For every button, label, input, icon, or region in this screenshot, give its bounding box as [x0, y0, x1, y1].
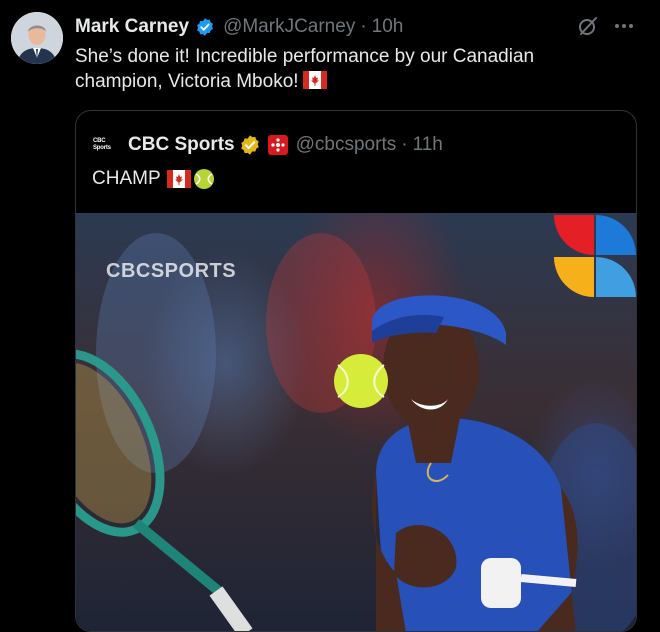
- grok-icon[interactable]: [576, 14, 600, 38]
- quoted-author-handle[interactable]: @cbcsports: [296, 134, 397, 156]
- tweet-text: She’s done it! Incredible performance by…: [75, 44, 615, 94]
- verified-badge-icon: [197, 18, 213, 36]
- quoted-post-time[interactable]: 11h: [413, 134, 443, 156]
- cbc-avatar-text: CBC: [93, 138, 106, 144]
- more-options-icon[interactable]: [612, 14, 636, 38]
- quoted-tweet-text: CHAMP: [92, 168, 215, 190]
- avatar-portrait: [11, 12, 63, 64]
- player-figure: [372, 295, 578, 631]
- quoted-tweet-text-body: CHAMP: [92, 168, 161, 189]
- cbc-sports-avatar[interactable]: CBC Sports: [93, 138, 119, 152]
- post-time[interactable]: 10h: [372, 16, 404, 38]
- cbc-gem-logo: [554, 215, 636, 297]
- quoted-tweet-header: CBC Sports CBC Sports @cbcsports · 11h: [93, 133, 443, 157]
- quoted-separator-dot: ·: [401, 134, 408, 155]
- author-handle[interactable]: @MarkJCarney: [223, 16, 355, 38]
- author-avatar[interactable]: [11, 12, 63, 64]
- author-name[interactable]: Mark Carney: [75, 16, 189, 38]
- cbc-sports-watermark: CBCSPORTS: [106, 260, 237, 282]
- canada-flag-icon: [302, 71, 327, 89]
- canada-flag-icon: [166, 170, 191, 188]
- tweet-media-image[interactable]: CBCSPORTS: [76, 213, 636, 631]
- separator-dot: ·: [360, 16, 367, 37]
- tweet-header: Mark Carney @MarkJCarney · 10h: [75, 15, 403, 39]
- tennis-ball-emoji-icon: [193, 169, 214, 189]
- gold-verified-badge-icon: [240, 135, 259, 155]
- quoted-author-name[interactable]: CBC Sports: [128, 134, 235, 156]
- quoted-tweet[interactable]: CBC Sports CBC Sports @cbcsports · 11h C…: [75, 110, 637, 632]
- cbc-affiliate-badge-icon: [267, 135, 288, 155]
- tennis-ball: [334, 354, 388, 408]
- cbc-avatar-subtext: Sports: [93, 145, 111, 151]
